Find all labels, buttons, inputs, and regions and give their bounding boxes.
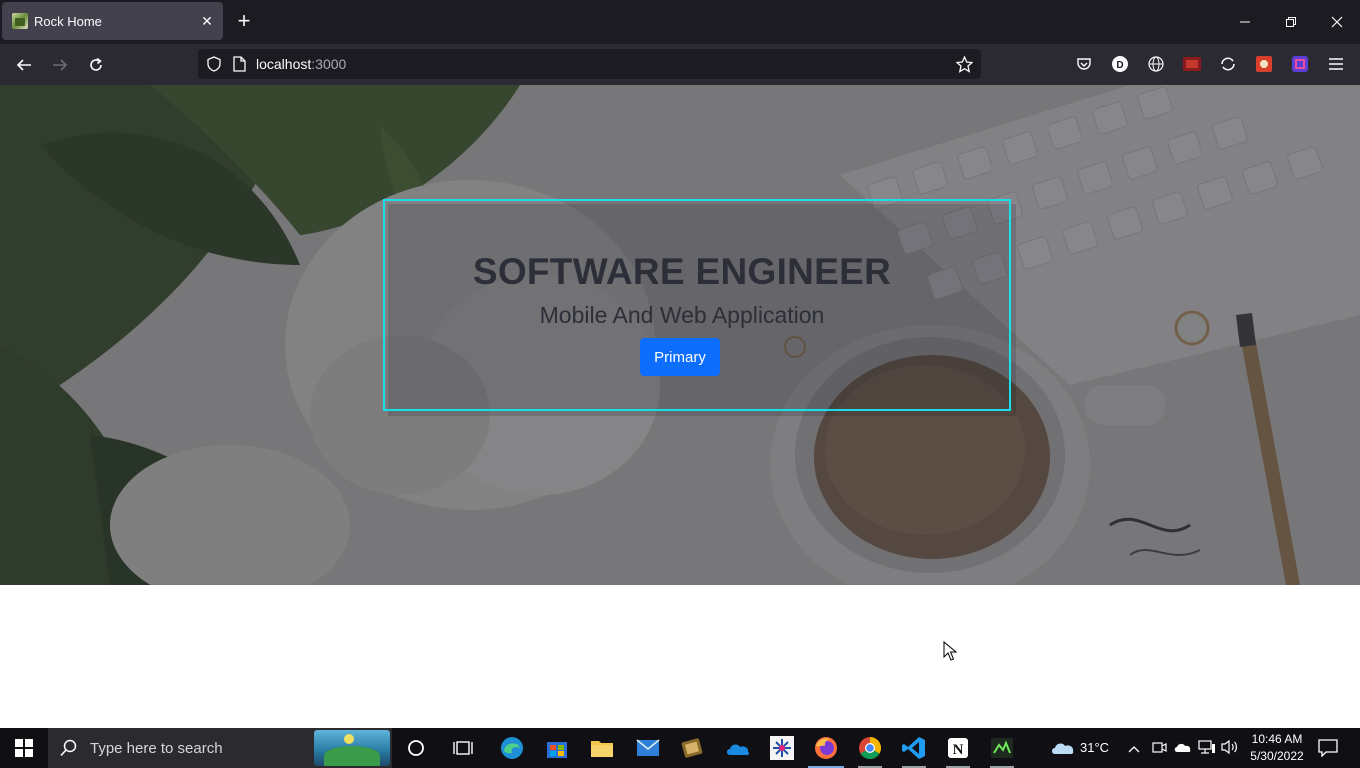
new-tab-icon[interactable]: + — [232, 10, 256, 34]
notifications-icon[interactable] — [1318, 739, 1338, 762]
hero-subtitle: Mobile And Web Application — [539, 302, 825, 328]
restore-icon[interactable] — [1268, 0, 1314, 44]
clock-date: 5/30/2022 — [1250, 749, 1304, 763]
url-port: :3000 — [311, 56, 347, 72]
network-icon[interactable] — [1198, 739, 1216, 760]
page-info-icon[interactable] — [232, 56, 246, 72]
globe-extension-icon[interactable] — [1146, 54, 1166, 74]
vscode-icon[interactable] — [894, 732, 934, 768]
svg-text:D: D — [1116, 60, 1123, 71]
file-explorer-icon[interactable] — [582, 732, 622, 764]
windows-taskbar: Type here to search N 31°C 10:46 AM 5/30… — [0, 728, 1360, 768]
cortana-icon[interactable] — [396, 732, 436, 764]
edge-icon[interactable] — [492, 732, 532, 764]
task-view-icon[interactable] — [443, 732, 483, 764]
meet-now-icon[interactable] — [1151, 739, 1167, 760]
sync-extension-icon[interactable] — [1218, 54, 1238, 74]
primary-button[interactable]: Primary — [640, 338, 720, 376]
purple-extension-icon[interactable] — [1290, 54, 1310, 74]
snipping-tool-icon[interactable] — [762, 732, 802, 764]
hero-card: SOFTWARE ENGINEER Mobile And Web Applica… — [383, 199, 1011, 411]
onedrive-tray-icon[interactable] — [1173, 740, 1191, 759]
search-highlight-image — [314, 730, 390, 766]
site-favicon-icon — [12, 13, 28, 29]
svg-text:N: N — [953, 742, 964, 758]
back-arrow-icon[interactable] — [11, 52, 37, 78]
firefox-icon[interactable] — [806, 732, 846, 768]
url-host: localhost — [256, 56, 312, 72]
clock-time: 10:46 AM — [1251, 732, 1303, 746]
green-app-icon[interactable] — [982, 732, 1022, 768]
book-app-icon[interactable] — [672, 732, 712, 764]
search-icon — [60, 739, 78, 757]
extension-d-icon[interactable]: D — [1110, 54, 1130, 74]
taskbar-search-box[interactable]: Type here to search — [48, 728, 392, 768]
search-placeholder: Type here to search — [90, 739, 223, 757]
reload-icon[interactable] — [83, 52, 109, 78]
tab-title: Rock Home — [34, 13, 102, 29]
shield-icon[interactable] — [206, 56, 222, 72]
microsoft-store-icon[interactable] — [537, 732, 577, 764]
volume-icon[interactable] — [1221, 739, 1239, 760]
weather-temperature[interactable]: 31°C — [1080, 740, 1109, 755]
chrome-icon[interactable] — [850, 732, 890, 768]
tab-close-icon[interactable]: ✕ — [195, 13, 219, 30]
taskbar-clock[interactable]: 10:46 AM 5/30/2022 — [1240, 731, 1314, 765]
close-window-icon[interactable] — [1314, 0, 1360, 44]
mouse-cursor-icon — [943, 641, 957, 661]
address-bar[interactable]: localhost:3000 — [198, 49, 981, 79]
notion-icon[interactable]: N — [938, 732, 978, 768]
orange-extension-icon[interactable] — [1254, 54, 1274, 74]
hamburger-menu-icon[interactable] — [1326, 54, 1346, 74]
windows-start-icon[interactable] — [0, 728, 48, 768]
browser-tab-active[interactable]: Rock Home ✕ — [2, 2, 223, 40]
bookmark-star-icon[interactable] — [956, 56, 973, 73]
url-text: localhost:3000 — [256, 56, 346, 72]
browser-toolbar: localhost:3000 D — [0, 44, 1360, 85]
minimize-icon[interactable] — [1222, 0, 1268, 44]
browser-titlebar: Rock Home ✕ + — [0, 0, 1360, 44]
onedrive-icon[interactable] — [718, 732, 758, 764]
red-extension-icon[interactable] — [1182, 54, 1202, 74]
mail-icon[interactable] — [628, 732, 668, 764]
forward-arrow-icon[interactable] — [47, 52, 73, 78]
pocket-icon[interactable] — [1074, 54, 1094, 74]
chevron-up-icon[interactable] — [1128, 741, 1140, 759]
hero-title: SOFTWARE ENGINEER — [472, 251, 892, 292]
weather-cloud-icon[interactable] — [1050, 738, 1074, 761]
hero-section: SOFTWARE ENGINEER Mobile And Web Applica… — [0, 85, 1360, 585]
